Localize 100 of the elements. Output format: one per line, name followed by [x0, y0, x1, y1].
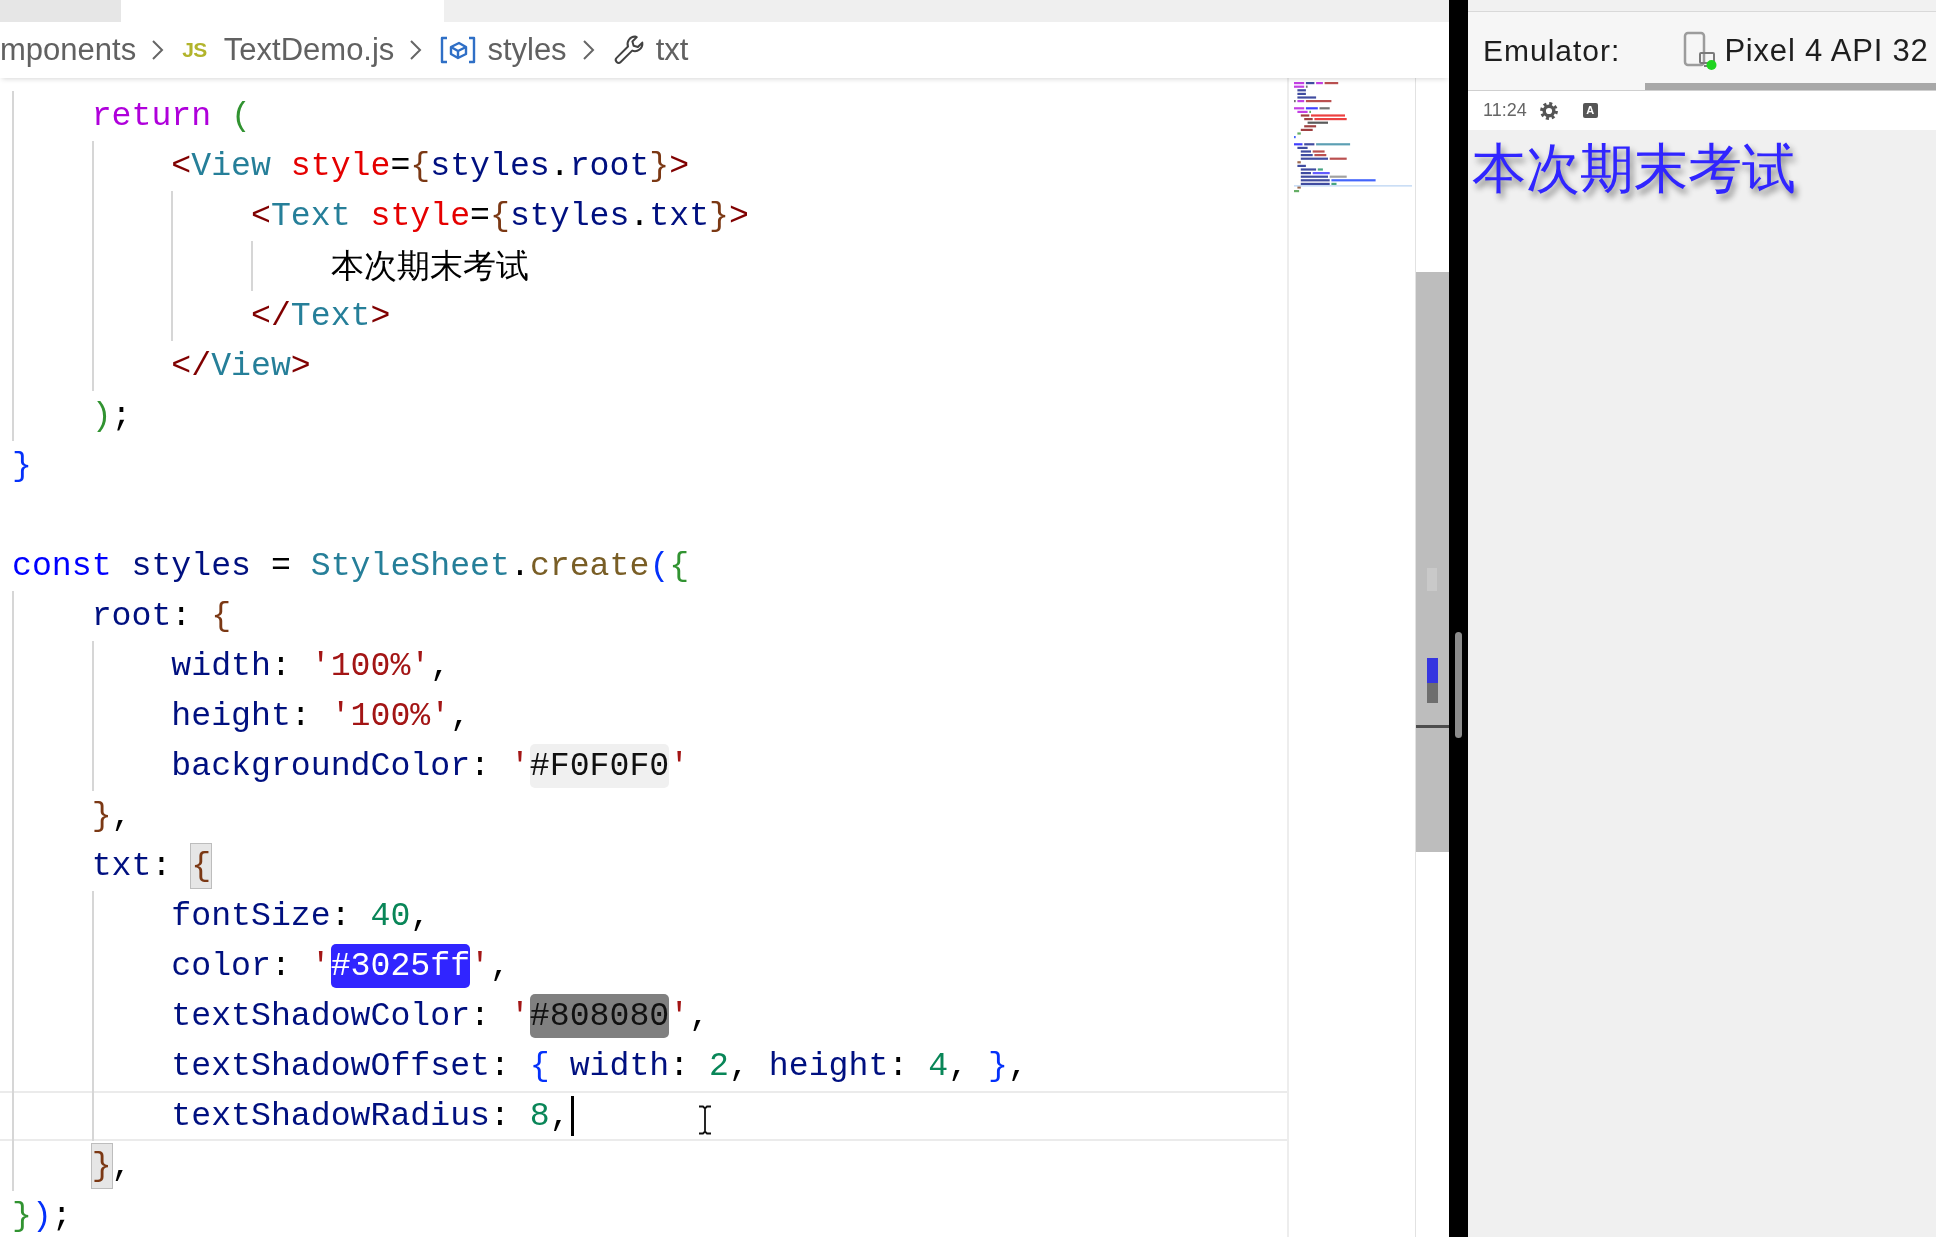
tag-bracket: >	[290, 347, 311, 385]
punctuation: :	[270, 647, 291, 685]
tag-bracket: >	[729, 197, 749, 235]
bracket: }	[12, 447, 32, 485]
punctuation: ,	[450, 697, 471, 735]
punctuation: =	[390, 147, 411, 185]
gear-icon	[1538, 100, 1559, 121]
minimap-drawing[interactable]	[1294, 82, 1412, 194]
color-value: #808080	[529, 994, 670, 1038]
text-content: 本次期末考试	[330, 246, 529, 285]
identifier: width	[171, 647, 271, 685]
component-name: View	[211, 347, 291, 385]
punctuation: ;	[51, 1197, 72, 1235]
punctuation: :	[669, 1047, 690, 1085]
cursor-position-marker	[1416, 725, 1449, 728]
function-name: create	[529, 547, 650, 585]
punctuation: ,	[490, 947, 510, 985]
punctuation: ,	[689, 997, 710, 1035]
number-literal: 8	[529, 1097, 550, 1135]
punctuation: :	[470, 997, 490, 1035]
punctuation: ,	[111, 797, 132, 835]
punctuation: .	[549, 147, 570, 185]
identifier: color	[171, 947, 271, 985]
text-select-pointer-icon	[697, 1105, 713, 1135]
identifier: height	[171, 697, 291, 735]
bracket: {	[669, 547, 690, 585]
string-literal: '	[509, 997, 530, 1035]
device-icon	[1682, 31, 1719, 71]
identifier: width	[569, 1047, 670, 1085]
string-literal: '	[669, 747, 690, 785]
string-literal: '	[509, 747, 530, 785]
overview-ruler-marker	[1427, 658, 1438, 683]
identifier: root	[569, 147, 650, 185]
number-literal: 40	[370, 897, 411, 935]
breadcrumb-item[interactable]: JS TextDemo.js	[182, 32, 395, 68]
punctuation: ,	[549, 1097, 570, 1135]
bracket: {	[529, 1047, 550, 1085]
punctuation: :	[888, 1047, 909, 1085]
status-time: 11:24	[1483, 100, 1527, 121]
identifier: backgroundColor	[171, 747, 471, 785]
punctuation: :	[290, 697, 311, 735]
punctuation: :	[171, 597, 192, 635]
component-name: Text	[290, 297, 371, 335]
bracket: }	[987, 1047, 1008, 1085]
breadcrumb-item[interactable]: styles	[440, 32, 567, 68]
wrench-icon	[612, 34, 645, 66]
breadcrumb-item[interactable]: mponents	[0, 32, 137, 68]
bracket: }	[12, 1197, 32, 1235]
punctuation: ,	[410, 897, 431, 935]
punctuation: =	[270, 547, 291, 585]
variable-symbol-icon	[440, 36, 477, 64]
matched-bracket: }	[91, 1144, 112, 1188]
identifier: styles	[509, 197, 630, 235]
punctuation: .	[629, 197, 650, 235]
bracket: )	[31, 1197, 52, 1235]
punctuation: ,	[111, 1147, 132, 1185]
attribute-name: style	[290, 147, 391, 185]
identifier: textShadowRadius	[171, 1097, 490, 1135]
overview-ruler-marker	[1427, 683, 1438, 703]
punctuation: ,	[1007, 1047, 1028, 1085]
punctuation: :	[489, 1047, 510, 1085]
bracket: (	[649, 547, 670, 585]
identifier: textShadowOffset	[171, 1047, 490, 1085]
identifier: styles	[430, 147, 550, 185]
text-caret	[570, 1096, 574, 1137]
identifier: height	[768, 1047, 889, 1085]
bracket: {	[211, 597, 232, 635]
notification-badge: A	[1582, 103, 1598, 118]
punctuation: ;	[111, 397, 132, 435]
identifier: root	[91, 597, 172, 635]
tag-bracket: </	[171, 347, 212, 385]
scrollbar-thumb[interactable]	[1416, 272, 1449, 852]
bracket: (	[231, 97, 251, 135]
splitter-handle[interactable]	[1455, 632, 1462, 738]
editor-tab[interactable]	[121, 0, 444, 22]
attribute-name: style	[370, 197, 471, 235]
string-literal: '	[470, 947, 490, 985]
punctuation: .	[509, 547, 530, 585]
identifier: txt	[649, 197, 710, 235]
string-literal: '	[310, 947, 331, 985]
matched-bracket: {	[191, 844, 212, 888]
emulator-label: Emulator:	[1483, 34, 1621, 68]
editor-tab[interactable]	[0, 0, 121, 22]
identifier: textShadowColor	[171, 997, 471, 1035]
bracket: }	[649, 147, 670, 185]
number-literal: 2	[709, 1047, 729, 1085]
tag-bracket: >	[669, 147, 690, 185]
breadcrumb-item[interactable]: txt	[612, 32, 689, 68]
keyword: const	[12, 547, 112, 585]
bracket: }	[91, 797, 112, 835]
punctuation: :	[489, 1097, 510, 1135]
number-literal: 4	[928, 1047, 949, 1085]
tag-bracket: <	[250, 197, 271, 235]
tag-bracket: <	[171, 147, 192, 185]
bracket: {	[410, 147, 431, 185]
class-name: StyleSheet	[310, 547, 510, 585]
identifier: fontSize	[171, 897, 331, 935]
punctuation: :	[470, 747, 490, 785]
tag-bracket: </	[250, 297, 291, 335]
string-literal: '100%'	[310, 647, 431, 685]
